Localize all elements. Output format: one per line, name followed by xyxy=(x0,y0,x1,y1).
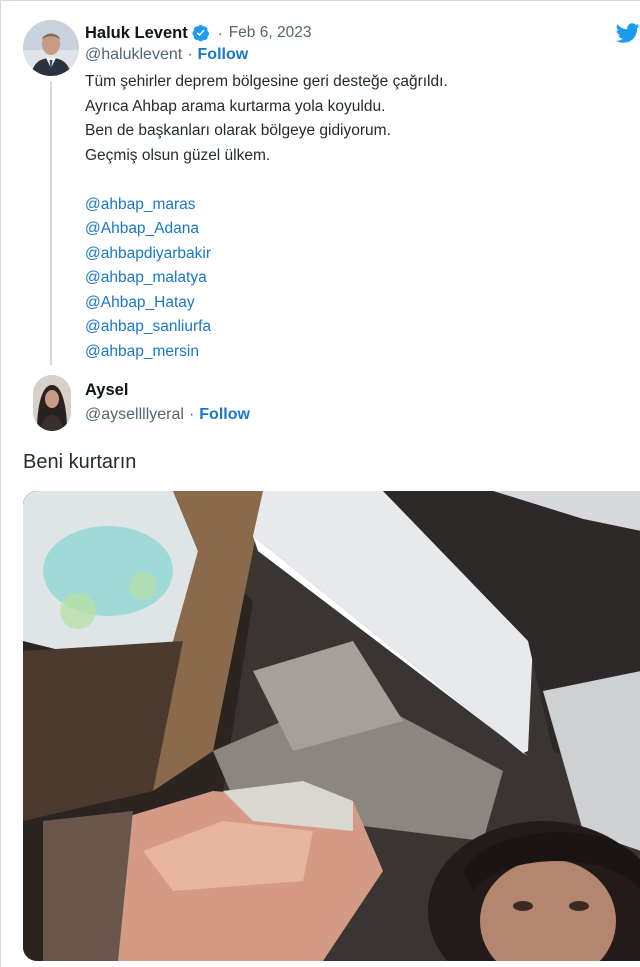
mention-link[interactable]: @ahbap_malatya xyxy=(85,266,448,291)
follow-button[interactable]: Follow xyxy=(198,46,249,63)
tweet-photo-image xyxy=(23,491,640,961)
reply-author-handle[interactable]: @aysellllyeral xyxy=(85,406,184,423)
tweet-text-line: Geçmiş olsun güzel ülkem. xyxy=(85,146,271,164)
mention-link[interactable]: @ahbap_maras xyxy=(85,193,448,218)
separator-dot: · xyxy=(187,46,193,63)
mention-link[interactable]: @ahbap_mersin xyxy=(85,340,448,365)
tweet-embed-card: Haluk Levent · Feb 6, 2023 @haluklevent ·… xyxy=(0,0,640,967)
reply-author-name[interactable]: Aysel xyxy=(85,381,128,400)
tweet-photo[interactable] xyxy=(23,491,640,961)
reply-tweet-text: Beni kurtarın xyxy=(23,451,137,473)
author-handle[interactable]: @haluklevent xyxy=(85,46,182,63)
tweet-text-line: Ayrıca Ahbap arama kurtarma yola koyuldu… xyxy=(85,97,386,115)
separator-dot: · xyxy=(217,24,223,42)
reply-avatar-image xyxy=(33,375,71,431)
mention-link[interactable]: @ahbapdiyarbakir xyxy=(85,242,448,267)
author-name[interactable]: Haluk Levent xyxy=(85,24,188,43)
reply-author-avatar[interactable] xyxy=(33,375,71,431)
tweet-text-line: Tüm şehirler deprem bölgesine geri deste… xyxy=(85,73,448,90)
tweet-body: Tüm şehirler deprem bölgesine geri deste… xyxy=(85,70,448,364)
author-avatar-image xyxy=(23,20,79,76)
separator-dot: · xyxy=(188,406,195,423)
tweet-handle-row: @haluklevent · Follow xyxy=(85,46,248,64)
tweet-date[interactable]: Feb 6, 2023 xyxy=(229,24,312,42)
mention-link[interactable]: @Ahbap_Adana xyxy=(85,217,448,242)
verified-badge-icon xyxy=(192,24,209,42)
tweet-text-line: Ben de başkanları olarak bölgeye gidiyor… xyxy=(85,122,391,139)
mention-link[interactable]: @Ahbap_Hatay xyxy=(85,291,448,316)
reply-follow-button[interactable]: Follow xyxy=(199,406,250,423)
twitter-bird-icon[interactable] xyxy=(615,21,640,45)
reply-handle-row: @aysellllyeral · Follow xyxy=(85,406,250,424)
author-avatar[interactable] xyxy=(23,20,79,76)
mention-link[interactable]: @ahbap_sanliurfa xyxy=(85,315,448,340)
thread-connector-line xyxy=(50,81,52,365)
tweet-author-row: Haluk Levent · Feb 6, 2023 xyxy=(85,22,311,44)
